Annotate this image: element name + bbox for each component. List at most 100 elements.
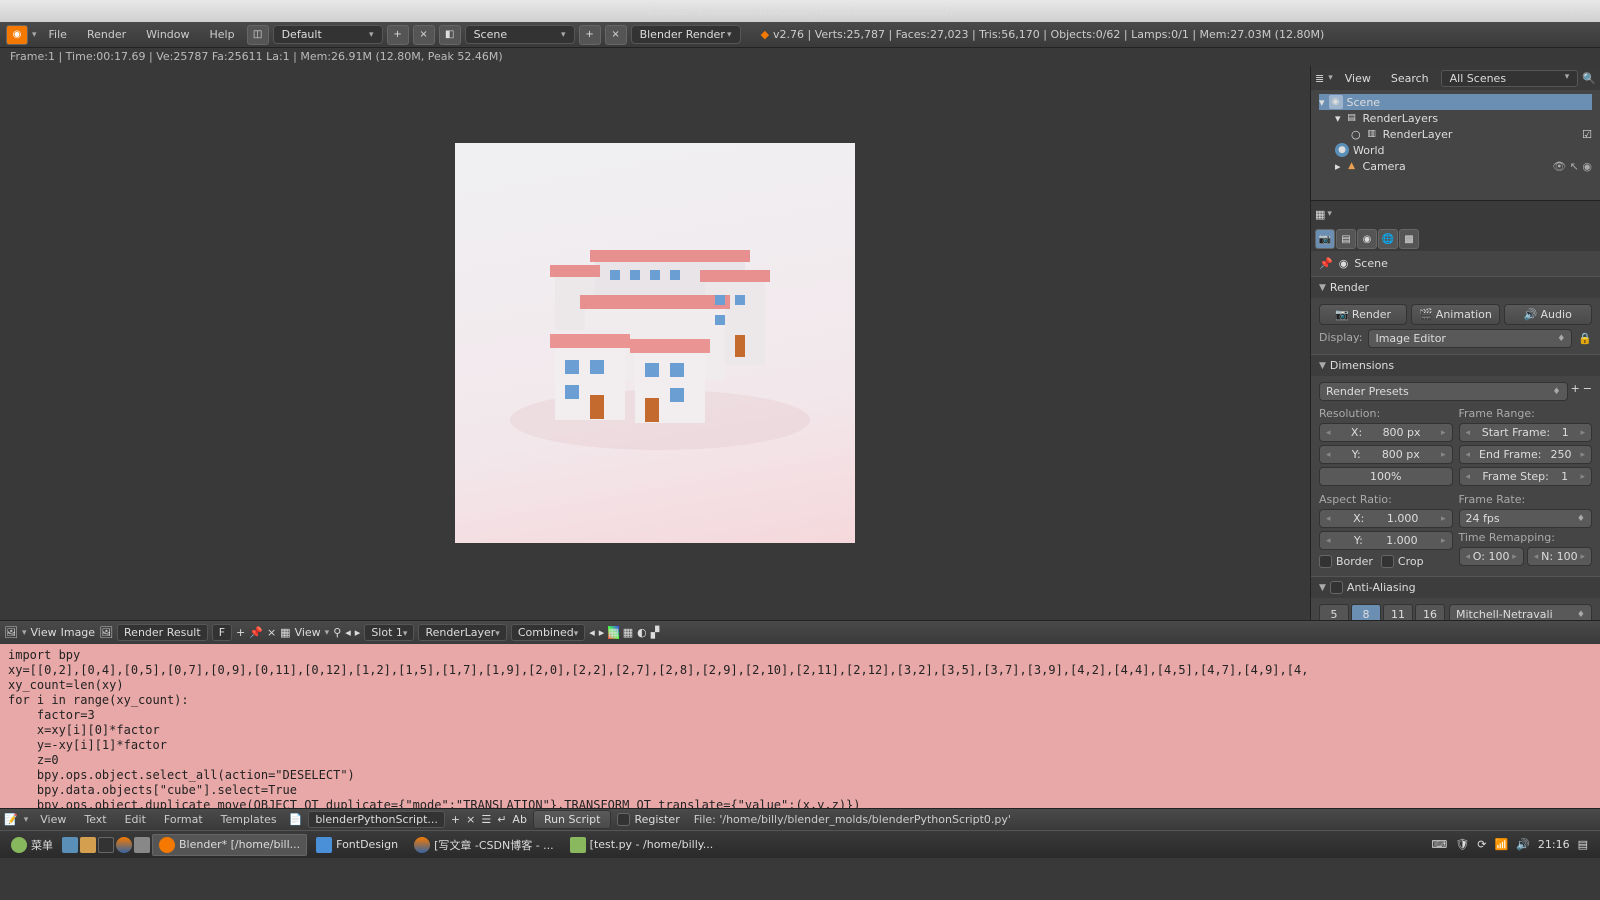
tree-node-world[interactable]: ●World bbox=[1319, 142, 1592, 158]
panel-aa-header[interactable]: ▼Anti-Aliasing bbox=[1311, 577, 1600, 598]
pin-icon[interactable]: 📌 bbox=[1319, 257, 1333, 270]
channels-z-icon[interactable]: ▞ bbox=[651, 626, 659, 639]
render-button[interactable]: 📷Render bbox=[1319, 304, 1407, 325]
pass-dropdown[interactable]: Combined▾ bbox=[511, 624, 585, 641]
image-editor-icon[interactable]: 🖼 bbox=[4, 626, 18, 639]
register-checkbox[interactable]: Register bbox=[617, 811, 679, 828]
unlink-text-icon[interactable]: × bbox=[466, 813, 475, 826]
renderlayer-dropdown[interactable]: RenderLayer▾ bbox=[418, 624, 506, 641]
lock-interface-icon[interactable]: 🔒 bbox=[1578, 332, 1592, 345]
frame-rate-dropdown[interactable]: 24 fps♦ bbox=[1459, 509, 1593, 528]
new-mapping-field[interactable]: ◂N: 100▸ bbox=[1527, 547, 1592, 566]
show-desktop-icon[interactable] bbox=[62, 837, 78, 853]
word-wrap-icon[interactable]: ↵ bbox=[497, 813, 506, 826]
display-dropdown[interactable]: Image Editor♦ bbox=[1368, 329, 1572, 348]
image-name-field[interactable]: Render Result bbox=[117, 624, 208, 641]
delete-scene-icon[interactable]: × bbox=[605, 25, 627, 45]
resolution-pct-field[interactable]: 100% bbox=[1319, 467, 1453, 486]
clock-text[interactable]: 21:16 bbox=[1538, 838, 1570, 851]
imgbar-view2[interactable]: View bbox=[295, 626, 321, 639]
frame-step-field[interactable]: ◂Frame Step:1▸ bbox=[1459, 467, 1593, 486]
resolution-x-field[interactable]: ◂X:800 px▸ bbox=[1319, 423, 1453, 442]
channels-rgb-icon[interactable]: ▦ bbox=[623, 626, 633, 639]
aspect-y-field[interactable]: ◂Y:1.000▸ bbox=[1319, 531, 1453, 550]
files-icon[interactable] bbox=[80, 837, 96, 853]
minimize-icon[interactable]: – bbox=[1554, 5, 1560, 18]
aa-5-button[interactable]: 5 bbox=[1319, 604, 1349, 620]
pin-image-icon[interactable]: 📌 bbox=[249, 626, 263, 639]
menu-render[interactable]: Render bbox=[79, 28, 134, 41]
aspect-x-field[interactable]: ◂X:1.000▸ bbox=[1319, 509, 1453, 528]
new-image-icon[interactable]: + bbox=[236, 626, 245, 639]
textbar-format[interactable]: Format bbox=[158, 813, 209, 826]
fake-user-field[interactable]: F bbox=[212, 624, 232, 641]
menu-file[interactable]: File bbox=[41, 28, 75, 41]
next-pass-icon[interactable]: ▸ bbox=[599, 626, 605, 639]
outliner-editor-icon[interactable]: ≣ bbox=[1315, 72, 1324, 85]
task-csdn[interactable]: [写文章 -CSDN博客 - ... bbox=[407, 834, 561, 856]
panel-dimensions-header[interactable]: ▼Dimensions bbox=[1311, 355, 1600, 376]
run-script-button[interactable]: Run Script bbox=[533, 810, 612, 829]
task-fontdesign[interactable]: FontDesign bbox=[309, 834, 405, 856]
render-engine-dropdown[interactable]: Blender Render▾ bbox=[631, 25, 741, 44]
image-browse-icon[interactable]: 🖼 bbox=[99, 626, 113, 639]
network-icon[interactable]: 📶 bbox=[1494, 838, 1508, 851]
uv-mode-icon[interactable]: ▦ bbox=[280, 626, 290, 639]
prev-slot-icon[interactable]: ◂ bbox=[345, 626, 351, 639]
screen-layout-dropdown[interactable]: Default▾ bbox=[273, 25, 383, 44]
start-menu-button[interactable]: 菜单 bbox=[4, 834, 60, 856]
next-slot-icon[interactable]: ▸ bbox=[355, 626, 361, 639]
close-icon[interactable]: × bbox=[1585, 5, 1594, 18]
image-editor-viewport[interactable] bbox=[0, 66, 1310, 620]
crop-checkbox[interactable]: Crop bbox=[1381, 553, 1424, 570]
aa-enable-checkbox[interactable] bbox=[1330, 581, 1343, 594]
slot-dropdown[interactable]: Slot 1▾ bbox=[364, 624, 414, 641]
line-numbers-icon[interactable]: ☰ bbox=[481, 813, 491, 826]
channels-rgba-icon[interactable]: ▦ bbox=[608, 626, 618, 639]
keyboard-icon[interactable]: ⌨ bbox=[1431, 838, 1447, 851]
end-frame-field[interactable]: ◂End Frame:250▸ bbox=[1459, 445, 1593, 464]
animation-button[interactable]: 🎬Animation bbox=[1411, 304, 1499, 325]
old-mapping-field[interactable]: ◂O: 100▸ bbox=[1459, 547, 1524, 566]
app-icon[interactable] bbox=[134, 837, 150, 853]
update-icon[interactable]: ⟳ bbox=[1477, 838, 1486, 851]
aa-8-button[interactable]: 8 bbox=[1351, 604, 1381, 620]
aa-filter-dropdown[interactable]: Mitchell-Netravali♦ bbox=[1449, 604, 1592, 620]
search-icon[interactable]: 🔍 bbox=[1582, 72, 1596, 85]
aa-16-button[interactable]: 16 bbox=[1415, 604, 1445, 620]
add-layout-icon[interactable]: + bbox=[387, 25, 409, 45]
render-presets-dropdown[interactable]: Render Presets♦ bbox=[1319, 382, 1568, 401]
border-checkbox[interactable]: Border bbox=[1319, 553, 1373, 570]
imgbar-image[interactable]: Image bbox=[61, 626, 95, 639]
outliner-tree[interactable]: ▾◉Scene ▾▤RenderLayers ○▥RenderLayer☑ ●W… bbox=[1311, 90, 1600, 198]
delete-layout-icon[interactable]: × bbox=[413, 25, 435, 45]
textbar-view[interactable]: View bbox=[34, 813, 72, 826]
prev-pass-icon[interactable]: ◂ bbox=[589, 626, 595, 639]
text-name-field[interactable]: blenderPythonScript... bbox=[308, 811, 445, 828]
back-to-previous-icon[interactable]: ◫ bbox=[247, 25, 269, 45]
firefox-icon[interactable] bbox=[116, 837, 132, 853]
shield-icon[interactable]: 🛡 bbox=[1455, 838, 1469, 851]
textbar-templates[interactable]: Templates bbox=[215, 813, 283, 826]
add-text-icon[interactable]: + bbox=[451, 813, 460, 826]
tab-render[interactable]: 📷 bbox=[1315, 229, 1335, 249]
add-preset-icon[interactable]: + bbox=[1571, 382, 1580, 401]
maximize-icon[interactable]: ✦ bbox=[1568, 5, 1577, 18]
scene-dropdown[interactable]: Scene▾ bbox=[465, 25, 575, 44]
textbar-edit[interactable]: Edit bbox=[119, 813, 152, 826]
start-frame-field[interactable]: ◂Start Frame:1▸ bbox=[1459, 423, 1593, 442]
outliner-view[interactable]: View bbox=[1337, 70, 1379, 87]
tab-scene[interactable]: ◉ bbox=[1357, 229, 1377, 249]
textbar-text[interactable]: Text bbox=[78, 813, 112, 826]
tree-node-scene[interactable]: ▾◉Scene bbox=[1319, 94, 1592, 110]
text-browse-icon[interactable]: 📄 bbox=[289, 813, 303, 826]
imgbar-view[interactable]: View bbox=[31, 626, 57, 639]
channels-alpha-icon[interactable]: ◐ bbox=[637, 626, 647, 639]
menu-help[interactable]: Help bbox=[202, 28, 243, 41]
tree-node-camera[interactable]: ▸▲Camera👁 ↖ ◉ bbox=[1319, 158, 1592, 174]
zoom-icon[interactable]: ⚲ bbox=[333, 626, 341, 639]
syntax-highlight-icon[interactable]: Ab bbox=[512, 813, 527, 826]
tree-node-renderlayer[interactable]: ○▥RenderLayer☑ bbox=[1319, 126, 1592, 142]
add-scene-icon[interactable]: + bbox=[579, 25, 601, 45]
remove-preset-icon[interactable]: − bbox=[1583, 382, 1592, 401]
